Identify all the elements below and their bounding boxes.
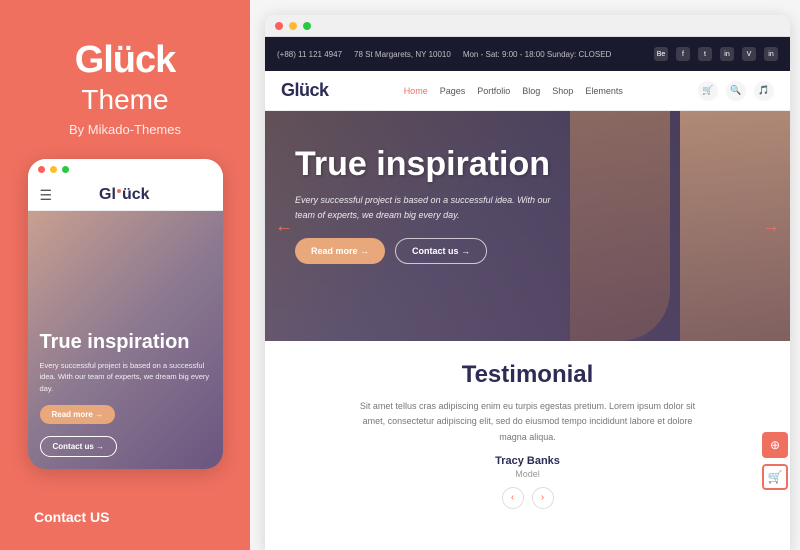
hero-arrow-left[interactable]: ← — [275, 216, 293, 237]
nav-cart-icon[interactable]: 🛒 — [698, 81, 718, 101]
hero-buttons: Read more → Contact us → — [295, 238, 760, 264]
mobile-read-more-button[interactable]: Read more → — [40, 405, 116, 424]
social-linkedin-icon[interactable]: in — [764, 47, 778, 61]
testimonial-section: Testimonial Sit amet tellus cras adipisc… — [265, 341, 790, 529]
mobile-nav-bar: ☰ Glück — [28, 181, 223, 211]
brand-by: By Mikado-Themes — [69, 122, 181, 137]
desktop-nav-menu: Home Pages Portfolio Blog Shop Elements — [404, 86, 623, 96]
desktop-nav-logo: Glück — [281, 80, 329, 101]
hero-arrow-right[interactable]: → — [762, 216, 780, 237]
browser-dot-red — [275, 22, 283, 30]
mobile-hero: True inspiration Every successful projec… — [28, 211, 223, 469]
desktop-hero-title: True inspiration — [295, 146, 760, 183]
social-facebook-icon[interactable]: f — [676, 47, 690, 61]
social-instagram-icon[interactable]: in — [720, 47, 734, 61]
nav-item-elements[interactable]: Elements — [585, 86, 623, 96]
browser-dot-yellow — [289, 22, 297, 30]
corner-icon-cart[interactable]: 🛒 — [762, 464, 788, 490]
browser-top-bar — [265, 15, 790, 37]
nav-item-blog[interactable]: Blog — [522, 86, 540, 96]
mobile-hero-description: Every successful project is based on a s… — [40, 360, 211, 394]
mobile-dot-red — [38, 166, 45, 173]
desktop-hero-content: True inspiration Every successful projec… — [265, 111, 790, 284]
testimonial-next-button[interactable]: › — [532, 487, 554, 509]
hamburger-icon: ☰ — [40, 187, 53, 204]
nav-audio-icon[interactable]: 🎵 — [754, 81, 774, 101]
nav-item-shop[interactable]: Shop — [552, 86, 573, 96]
bottom-right-icons: ⊕ 🛒 — [762, 432, 788, 490]
desktop-mockup: (+88) 11 121 4947 78 St Margarets, NY 10… — [265, 15, 790, 550]
mobile-contact-button[interactable]: Contact us → — [40, 436, 118, 457]
nav-item-pages[interactable]: Pages — [440, 86, 466, 96]
social-behance-icon[interactable]: Be — [654, 47, 668, 61]
nav-icons: 🛒 🔍 🎵 — [698, 81, 774, 101]
hero-read-more-button[interactable]: Read more → — [295, 238, 385, 264]
header-left-info: (+88) 11 121 4947 78 St Margarets, NY 10… — [277, 50, 611, 59]
brand-title: Glück — [69, 40, 181, 82]
testimonial-arrows: ‹ › — [305, 487, 750, 509]
hero-contact-button[interactable]: Contact us → — [395, 238, 487, 264]
testimonial-author: Tracy Banks — [305, 455, 750, 467]
desktop-header-bar: (+88) 11 121 4947 78 St Margarets, NY 10… — [265, 37, 790, 71]
nav-item-home[interactable]: Home — [404, 86, 428, 96]
mobile-hero-title: True inspiration — [40, 330, 211, 354]
social-twitter-icon[interactable]: t — [698, 47, 712, 61]
desktop-hero-description: Every successful project is based on a s… — [295, 193, 555, 222]
testimonial-prev-button[interactable]: ‹ — [502, 487, 524, 509]
right-panel: (+88) 11 121 4947 78 St Margarets, NY 10… — [250, 0, 800, 550]
desktop-nav: Glück Home Pages Portfolio Blog Shop Ele… — [265, 71, 790, 111]
header-hours: Mon - Sat: 9:00 - 18:00 Sunday: CLOSED — [463, 50, 612, 59]
contact-us-label: Contact US — [34, 509, 109, 535]
browser-dot-green — [303, 22, 311, 30]
brand-subtitle: Theme — [69, 84, 181, 116]
testimonial-text: Sit amet tellus cras adipiscing enim eu … — [358, 399, 698, 445]
nav-search-icon[interactable]: 🔍 — [726, 81, 746, 101]
corner-icon-orange[interactable]: ⊕ — [762, 432, 788, 458]
testimonial-title: Testimonial — [305, 361, 750, 389]
header-address: 78 St Margarets, NY 10010 — [354, 50, 451, 59]
header-phone: (+88) 11 121 4947 — [277, 50, 342, 59]
testimonial-role: Model — [305, 469, 750, 479]
mobile-logo: Glück — [99, 186, 149, 204]
header-social-icons: Be f t in V in — [654, 47, 778, 61]
mobile-dot-green — [62, 166, 69, 173]
mobile-hero-content: True inspiration Every successful projec… — [40, 330, 211, 457]
nav-item-portfolio[interactable]: Portfolio — [477, 86, 510, 96]
mobile-top-bar — [28, 159, 223, 181]
mobile-mockup: ☰ Glück True inspiration Every successfu… — [28, 159, 223, 469]
desktop-hero: ← → True inspiration Every successful pr… — [265, 111, 790, 341]
social-vimeo-icon[interactable]: V — [742, 47, 756, 61]
left-panel: Glück Theme By Mikado-Themes ☰ Glück Tru… — [0, 0, 250, 550]
mobile-dot-yellow — [50, 166, 57, 173]
